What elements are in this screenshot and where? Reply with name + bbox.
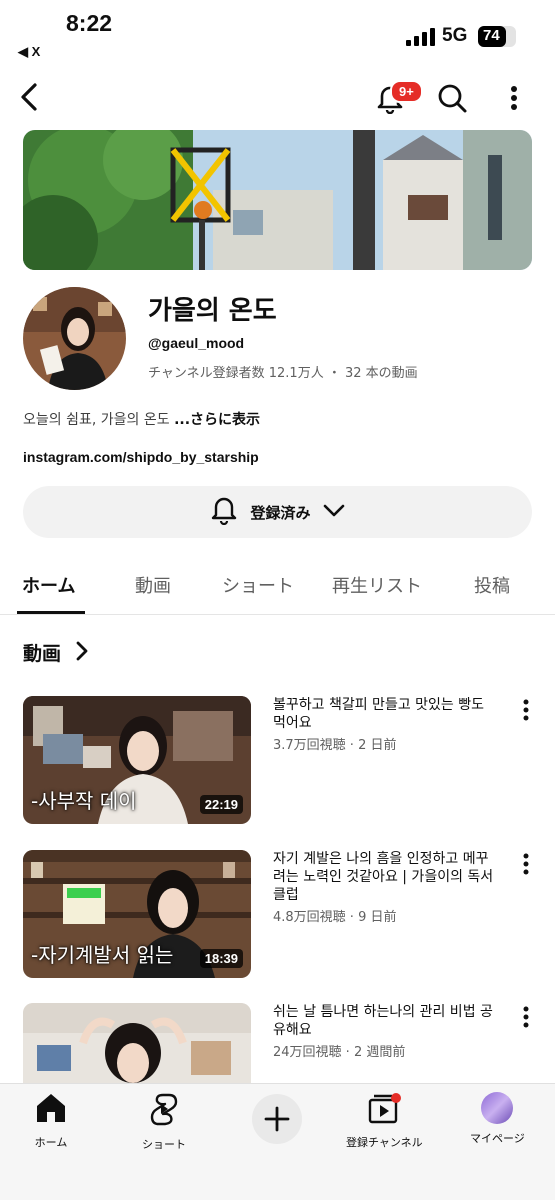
video-title[interactable]: 자기 계발은 나의 흠을 인정하고 메꾸려는 노력인 것같아요 | 가을이의 독… (273, 850, 498, 904)
nav-home[interactable]: ホーム (34, 1092, 68, 1150)
thumbnail-caption: -자기계발서 읽는 (31, 943, 174, 967)
thumbnail-caption: -사부작 데이 (31, 789, 137, 813)
video-title[interactable]: 볼꾸하고 책갈피 만들고 맛있는 빵도 먹어요 (273, 696, 498, 732)
more-options-icon[interactable] (502, 80, 526, 116)
video-duration: 22:19 (199, 795, 243, 814)
signal-icon (406, 28, 435, 46)
channel-description[interactable]: 오늘의 쉼표, 가을의 온도 ...さらに表示 (23, 409, 260, 429)
channel-handle: @gaeul_mood (148, 335, 245, 351)
notification-badge: 9+ (390, 80, 423, 103)
bottom-navigation: ホーム ショート 登録チャンネル マイページ (0, 1083, 555, 1200)
video-duration: 18:39 (199, 949, 243, 968)
avatar (481, 1092, 514, 1124)
status-bar: 8:22 ◀ X 5G 74 (0, 0, 555, 70)
show-more-link[interactable]: ...さらに表示 (174, 412, 260, 428)
nav-my-page-label: マイページ (470, 1132, 525, 1145)
channel-name: 가을의 온도 (148, 296, 277, 326)
subscribed-label: 登録済み (250, 503, 311, 522)
subscribed-button[interactable]: 登録済み (23, 486, 532, 538)
nav-shorts[interactable]: ショート (142, 1092, 186, 1152)
search-icon[interactable] (434, 80, 470, 116)
video-more-icon[interactable] (519, 1005, 533, 1029)
status-time: 8:22 (66, 10, 113, 36)
subscriptions-icon (366, 1092, 402, 1128)
description-text: 오늘의 쉼표, 가을의 온도 (23, 412, 170, 428)
tab-shorts[interactable]: ショート (222, 572, 294, 598)
battery-icon: 74 (478, 26, 516, 47)
tab-home[interactable]: ホーム (22, 572, 75, 598)
chevron-down-icon (323, 503, 345, 522)
video-more-icon[interactable] (519, 852, 533, 876)
video-thumbnail[interactable]: -사부작 데이 22:19 (23, 696, 251, 824)
bell-icon (210, 495, 238, 529)
top-app-bar (0, 70, 555, 126)
shorts-icon (149, 1092, 179, 1130)
nav-my-page[interactable]: マイページ (470, 1092, 525, 1146)
channel-banner (23, 130, 532, 270)
section-title[interactable]: 動画 (23, 639, 61, 666)
nav-subscriptions-label: 登録チャンネル (346, 1136, 423, 1149)
active-tab-indicator (17, 611, 85, 614)
video-meta: 3.7万回視聴 · 2 日前 (273, 738, 397, 753)
video-item[interactable]: -자기계발서 읽는 18:39 자기 계발은 나의 흠을 인정하고 메꾸려는 노… (0, 850, 555, 980)
nav-subscriptions[interactable]: 登録チャンネル (346, 1092, 423, 1150)
tab-posts[interactable]: 投稿 (474, 572, 510, 598)
nav-shorts-label: ショート (142, 1138, 186, 1151)
channel-avatar[interactable] (23, 287, 126, 390)
battery-percent: 74 (483, 27, 500, 44)
home-icon (34, 1092, 68, 1128)
back-arrow-icon[interactable] (12, 80, 46, 114)
video-meta: 4.8万回視聴 · 9 日前 (273, 910, 397, 925)
video-item[interactable]: -사부작 데이 22:19 볼꾸하고 책갈피 만들고 맛있는 빵도 먹어요 3.… (0, 696, 555, 826)
video-title[interactable]: 쉬는 날 틈나면 하는나의 관리 비법 공유해요 (273, 1003, 498, 1039)
back-to-app-link[interactable]: ◀ X (18, 44, 40, 60)
chevron-right-icon[interactable] (74, 640, 90, 666)
tab-playlists[interactable]: 再生リスト (332, 572, 422, 598)
video-thumbnail[interactable]: -자기계발서 읽는 18:39 (23, 850, 251, 978)
channel-tabs: ホーム 動画 ショート 再生リスト 投稿 (0, 560, 555, 615)
network-type: 5G (442, 25, 468, 46)
create-icon[interactable] (252, 1094, 302, 1144)
channel-external-link[interactable]: instagram.com/shipdo_by_starship (23, 449, 259, 465)
video-more-icon[interactable] (519, 698, 533, 722)
tab-videos[interactable]: 動画 (135, 572, 171, 598)
channel-stats: チャンネル登録者数 12.1万人 ・ 32 本の動画 (148, 366, 418, 381)
nav-home-label: ホーム (34, 1136, 68, 1149)
video-meta: 24万回視聴 · 2 週間前 (273, 1045, 406, 1060)
